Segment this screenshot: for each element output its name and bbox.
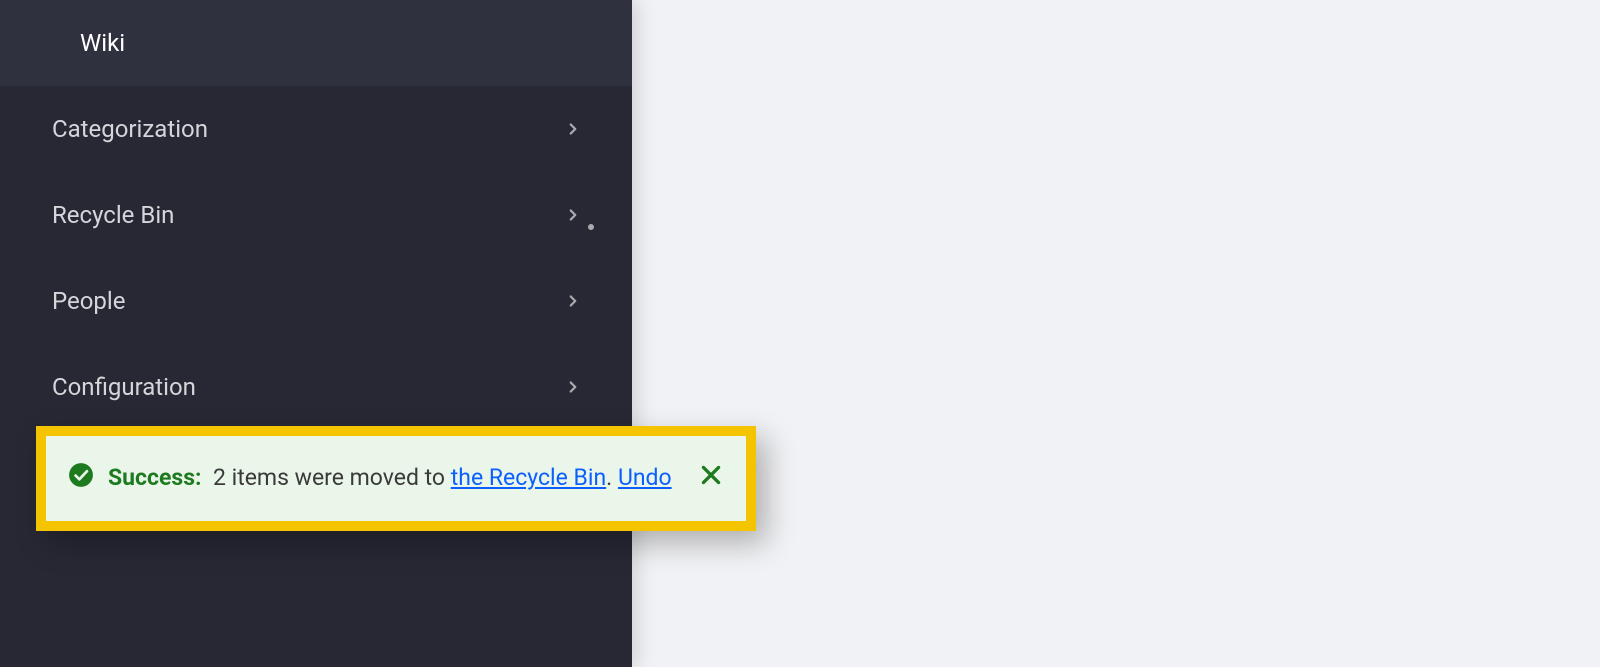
chevron-right-icon <box>564 120 582 138</box>
toast-body: Success: 2 items were moved to the Recyc… <box>108 460 684 497</box>
sidebar-item-label: Categorization <box>52 115 208 143</box>
chevron-right-icon <box>564 292 582 310</box>
sidebar-item-configuration[interactable]: Configuration <box>0 344 632 430</box>
undo-link[interactable]: Undo <box>618 464 672 491</box>
sidebar-item-label: Wiki <box>80 29 125 57</box>
sidebar-item-recycle-bin[interactable]: Recycle Bin <box>0 172 632 258</box>
chevron-right-icon <box>564 378 582 396</box>
notification-dot-icon <box>588 224 594 230</box>
toast-separator: . <box>606 464 618 491</box>
sidebar-item-label: Recycle Bin <box>52 201 174 229</box>
sidebar-item-people[interactable]: People <box>0 258 632 344</box>
check-circle-icon <box>68 462 94 488</box>
sidebar-item-wiki[interactable]: Wiki <box>0 0 632 86</box>
sidebar-item-categorization[interactable]: Categorization <box>0 86 632 172</box>
close-icon <box>698 462 724 488</box>
success-toast: Success: 2 items were moved to the Recyc… <box>36 426 756 531</box>
sidebar: Wiki Categorization Recycle Bin People C… <box>0 0 632 667</box>
toast-heading: Success: <box>108 464 202 491</box>
close-button[interactable] <box>698 462 724 488</box>
recycle-bin-link[interactable]: the Recycle Bin <box>451 464 606 491</box>
sidebar-item-label: Configuration <box>52 373 196 401</box>
sidebar-item-label: People <box>52 287 125 315</box>
toast-message: 2 items were moved to <box>213 464 451 491</box>
chevron-right-icon <box>564 206 582 224</box>
